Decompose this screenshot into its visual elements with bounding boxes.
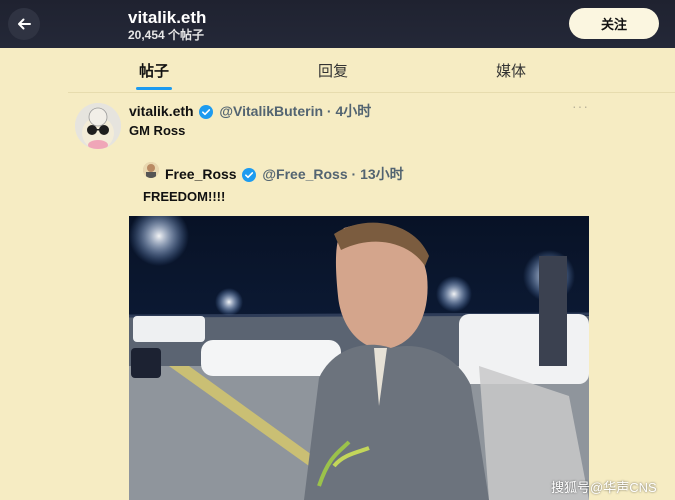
- tweet-header: vitalik.eth @VitalikButerin · 4小时: [129, 101, 371, 121]
- verified-badge-icon: [199, 105, 214, 119]
- watermark: 搜狐号@华声CNS: [551, 480, 657, 495]
- author-name[interactable]: vitalik.eth: [129, 103, 194, 119]
- follow-button[interactable]: 关注: [569, 8, 659, 39]
- verified-badge-icon: [242, 168, 257, 182]
- quote-avatar[interactable]: [143, 162, 159, 178]
- profile-tabs: 帖子 回复 媒体: [0, 48, 675, 90]
- tab-replies[interactable]: 回复: [318, 60, 348, 81]
- tweet-time: · 4小时: [326, 103, 372, 119]
- author-handle[interactable]: @VitalikButerin: [219, 103, 323, 119]
- profile-name: vitalik.eth: [128, 8, 207, 27]
- active-tab-indicator: [136, 87, 172, 90]
- quote-avatar-image: [143, 162, 159, 178]
- tab-media[interactable]: 媒体: [496, 60, 526, 81]
- tweet-text: GM Ross: [129, 123, 186, 138]
- arrow-left-icon: [18, 18, 31, 30]
- more-icon[interactable]: ···: [572, 98, 589, 114]
- back-button[interactable]: [8, 8, 40, 40]
- post-count: 20,454 个帖子: [128, 28, 205, 42]
- tab-posts[interactable]: 帖子: [139, 60, 169, 81]
- divider: [68, 92, 675, 93]
- avatar[interactable]: [75, 103, 121, 149]
- quote-header: Free_Ross @Free_Ross · 13小时: [165, 164, 404, 184]
- quote-author-name[interactable]: Free_Ross: [165, 166, 237, 182]
- avatar-image: [75, 103, 121, 149]
- quote-time: · 13小时: [351, 166, 404, 182]
- tweet-photo[interactable]: [129, 216, 589, 500]
- quote-author-handle[interactable]: @Free_Ross: [262, 166, 347, 182]
- quote-text: FREEDOM!!!!: [143, 189, 226, 204]
- profile-header: vitalik.eth 20,454 个帖子 关注: [0, 0, 675, 48]
- photo-image: [129, 216, 589, 500]
